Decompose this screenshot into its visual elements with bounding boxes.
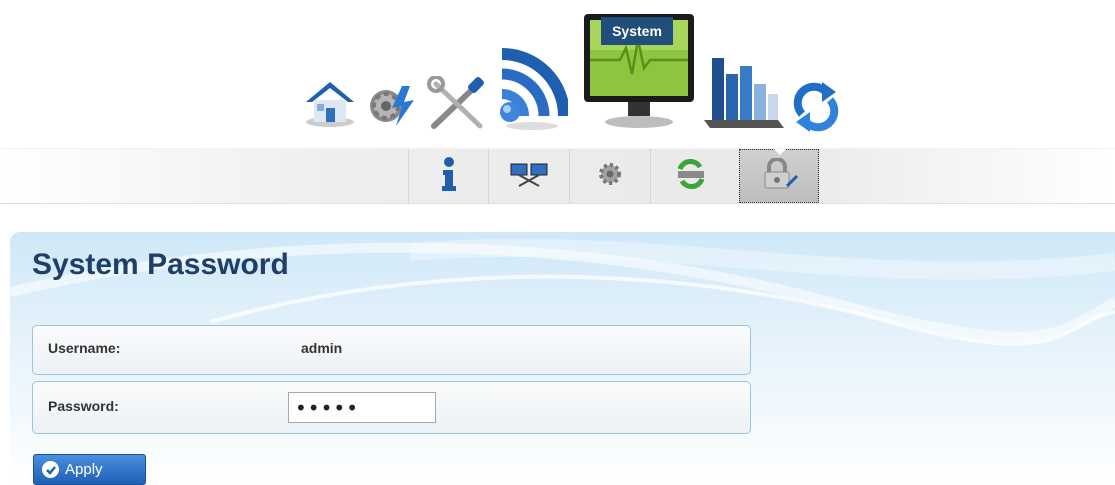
username-label: Username: — [48, 340, 121, 356]
sub-nav-item-update[interactable] — [650, 149, 731, 203]
content-panel: System Password Username: admin Password… — [10, 232, 1115, 485]
network-icon — [509, 160, 549, 193]
refresh-icon[interactable] — [792, 80, 840, 134]
system-tooltip: System — [601, 17, 673, 45]
statistics-chart-icon[interactable] — [700, 50, 786, 132]
update-icon — [674, 158, 708, 194]
password-field[interactable] — [288, 392, 436, 423]
settings-gear-icon — [598, 162, 622, 191]
password-row: Password: — [32, 381, 751, 434]
check-icon — [42, 461, 59, 478]
info-icon — [439, 156, 459, 197]
sub-nav-item-info[interactable] — [408, 149, 489, 203]
wireless-icon[interactable] — [496, 42, 570, 132]
username-row: Username: admin — [32, 325, 751, 375]
tools-icon[interactable] — [424, 75, 490, 132]
sub-nav-item-settings[interactable] — [569, 149, 650, 203]
page-title: System Password — [32, 248, 289, 281]
sub-nav-item-network[interactable] — [488, 149, 569, 203]
username-value: admin — [301, 340, 343, 356]
main-navigation: System — [0, 0, 1115, 150]
apply-button[interactable]: Apply — [33, 454, 146, 485]
apply-label: Apply — [65, 461, 103, 478]
home-icon[interactable] — [300, 76, 360, 128]
sub-nav-item-password[interactable] — [739, 149, 819, 203]
password-label: Password: — [48, 398, 119, 414]
quick-setup-gear-icon[interactable] — [362, 80, 422, 130]
password-lock-icon — [759, 156, 799, 195]
sub-navigation — [0, 148, 1115, 204]
